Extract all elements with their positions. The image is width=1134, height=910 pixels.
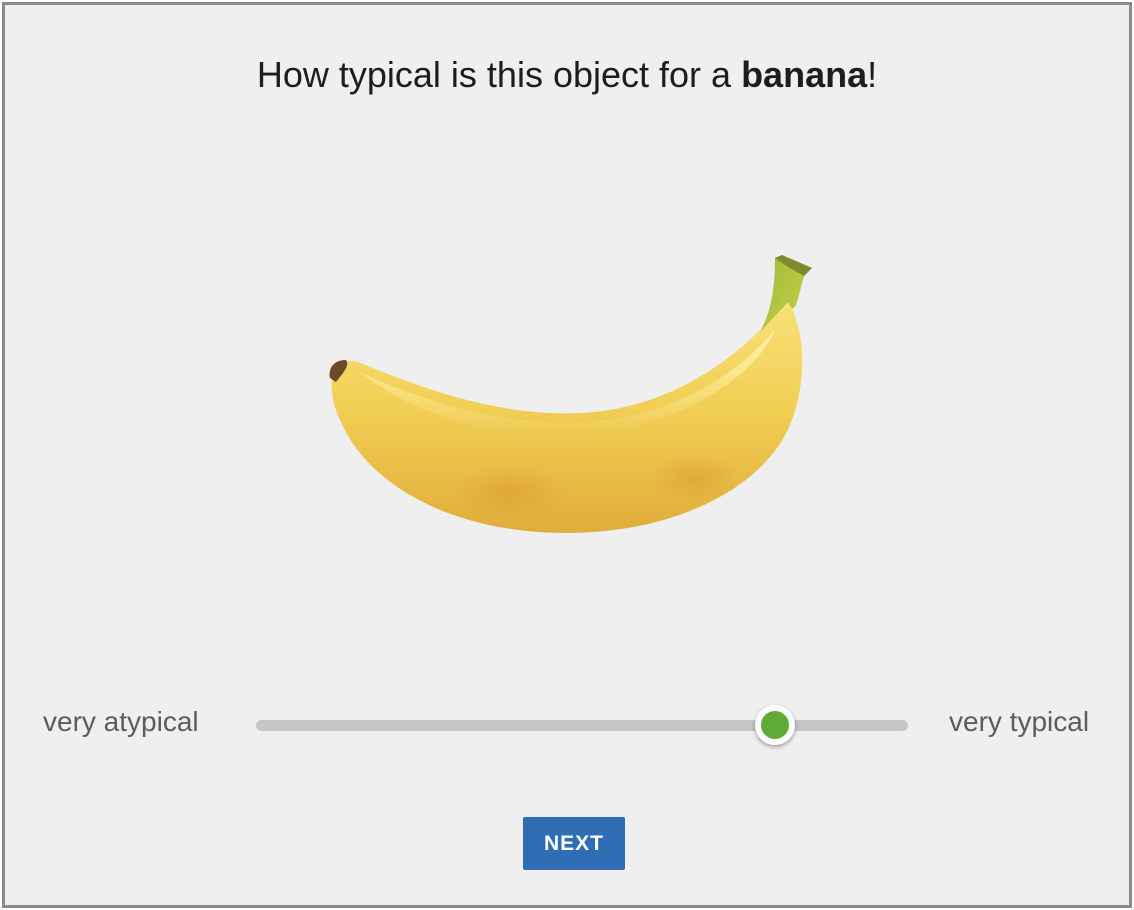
question-suffix: ! — [867, 54, 878, 95]
question-prefix: How typical is this object for a — [256, 54, 742, 95]
next-button[interactable]: NEXT — [523, 817, 625, 870]
typicality-slider[interactable] — [256, 705, 908, 745]
slider-thumb[interactable] — [754, 705, 795, 745]
question-prompt: How typical is this object for a banana! — [5, 53, 1129, 97]
slider-track[interactable] — [256, 720, 908, 731]
scale-left-label: very atypical — [43, 706, 199, 737]
question-target-word: banana — [741, 54, 868, 95]
banana-image — [320, 250, 820, 550]
scale-right-label: very typical — [949, 706, 1090, 737]
trial-panel: How typical is this object for a banana! — [2, 2, 1132, 908]
